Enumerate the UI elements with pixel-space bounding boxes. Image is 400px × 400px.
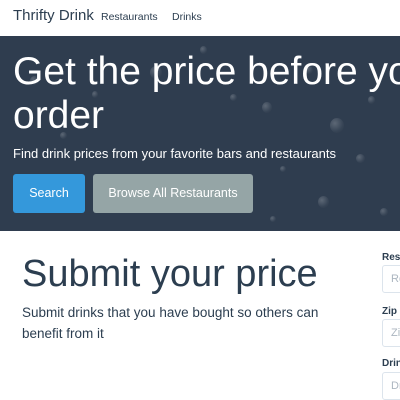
zip-code-field-label: Zip Code: [382, 306, 400, 317]
submit-price-form: Restaurant Zip Code Drink: [382, 231, 400, 400]
nav-link-restaurants[interactable]: Restaurants: [101, 11, 158, 23]
hero-title: Get the price before you order: [13, 50, 400, 137]
top-navbar: Thrifty Drink Restaurants Drinks: [0, 0, 400, 36]
water-droplet-decoration: [280, 166, 286, 172]
water-droplet-decoration: [356, 154, 365, 163]
zip-code-input[interactable]: [382, 319, 400, 347]
brand-logo-link[interactable]: Thrifty Drink: [13, 7, 94, 24]
hero-subtitle: Find drink prices from your favorite bar…: [13, 146, 336, 161]
water-droplet-decoration: [270, 216, 276, 222]
hero-banner: Get the price before you order Find drin…: [0, 36, 400, 231]
submit-section-title: Submit your price: [22, 253, 318, 295]
search-button[interactable]: Search: [13, 174, 85, 213]
water-droplet-decoration: [380, 208, 388, 216]
water-droplet-decoration: [318, 196, 329, 208]
restaurant-field-label: Restaurant: [382, 252, 400, 263]
drink-input[interactable]: [382, 372, 400, 400]
browse-all-restaurants-button[interactable]: Browse All Restaurants: [93, 174, 253, 213]
submit-section-description: Submit drinks that you have bought so ot…: [22, 305, 319, 341]
nav-link-drinks[interactable]: Drinks: [172, 11, 202, 23]
drink-field-label: Drink: [382, 358, 400, 369]
restaurant-input[interactable]: [382, 265, 400, 293]
